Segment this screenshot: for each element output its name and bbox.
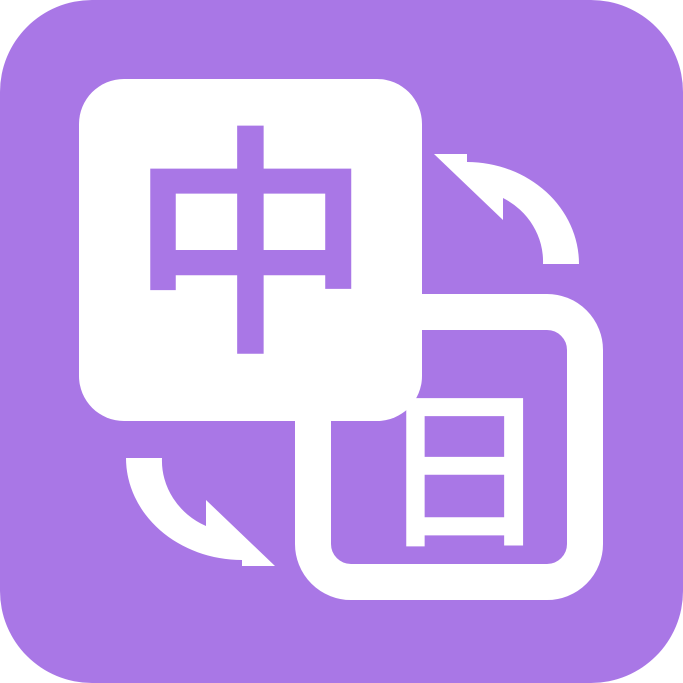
target-character-glyph: 日: [379, 375, 549, 573]
app-icon[interactable]: 中 日: [0, 0, 683, 683]
translate-icon: 中 日: [0, 0, 683, 683]
source-character-glyph: 中: [131, 108, 371, 388]
